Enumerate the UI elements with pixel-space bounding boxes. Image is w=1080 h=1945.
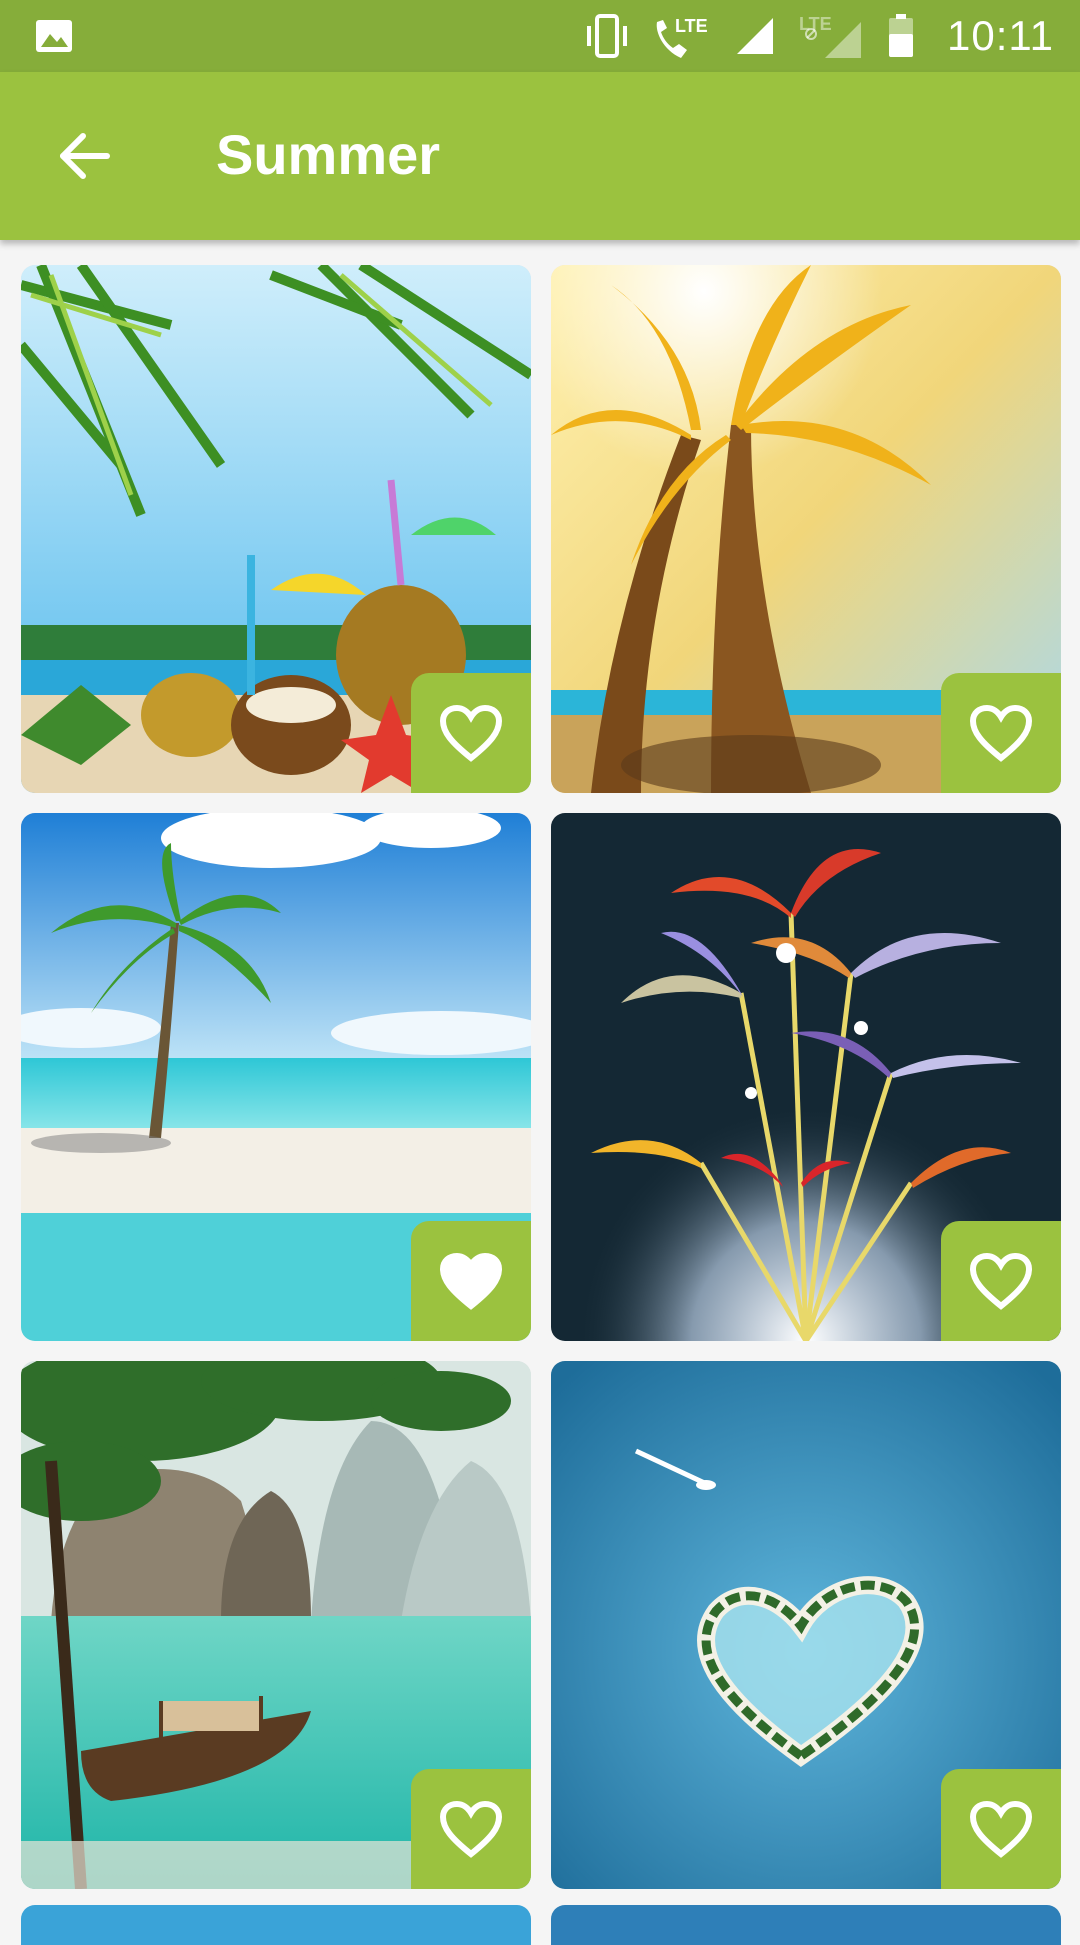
heart-outline-icon (969, 1800, 1033, 1858)
arrow-left-icon (60, 133, 110, 179)
network-type-label: LTE (675, 16, 708, 36)
favorite-button[interactable] (941, 1221, 1061, 1341)
wallpaper-card[interactable] (21, 265, 531, 793)
wallpaper-card-peek[interactable] (551, 1905, 1061, 1945)
signal-icon (729, 10, 781, 62)
wallpaper-card[interactable] (551, 265, 1061, 793)
wallpaper-card[interactable] (551, 813, 1061, 1341)
favorite-button[interactable] (941, 1769, 1061, 1889)
favorite-button[interactable] (411, 1769, 531, 1889)
wallpaper-card[interactable] (21, 813, 531, 1341)
heart-filled-icon (439, 1252, 503, 1310)
wallpaper-card[interactable] (21, 1361, 531, 1889)
heart-outline-icon (439, 1800, 503, 1858)
wallpaper-card[interactable] (551, 1361, 1061, 1889)
back-button[interactable] (44, 116, 124, 196)
wifi-calling-icon: LTE (651, 10, 711, 62)
vibrate-icon (581, 10, 633, 62)
status-time: 10:11 (947, 12, 1054, 59)
wallpaper-card-peek[interactable] (21, 1905, 531, 1945)
page-title: Summer (216, 123, 441, 186)
favorite-button[interactable] (411, 673, 531, 793)
app-bar: Summer (0, 72, 1080, 240)
favorite-button[interactable] (941, 673, 1061, 793)
image-icon (34, 16, 74, 56)
heart-outline-icon (969, 1252, 1033, 1310)
status-icons: LTE LTE 10:11 (581, 0, 1054, 72)
heart-outline-icon (439, 704, 503, 762)
status-bar: LTE LTE 10:11 (0, 0, 1080, 72)
battery-icon (881, 10, 921, 62)
heart-outline-icon (969, 704, 1033, 762)
signal-icon-2: LTE (799, 10, 863, 62)
favorite-button[interactable] (411, 1221, 531, 1341)
